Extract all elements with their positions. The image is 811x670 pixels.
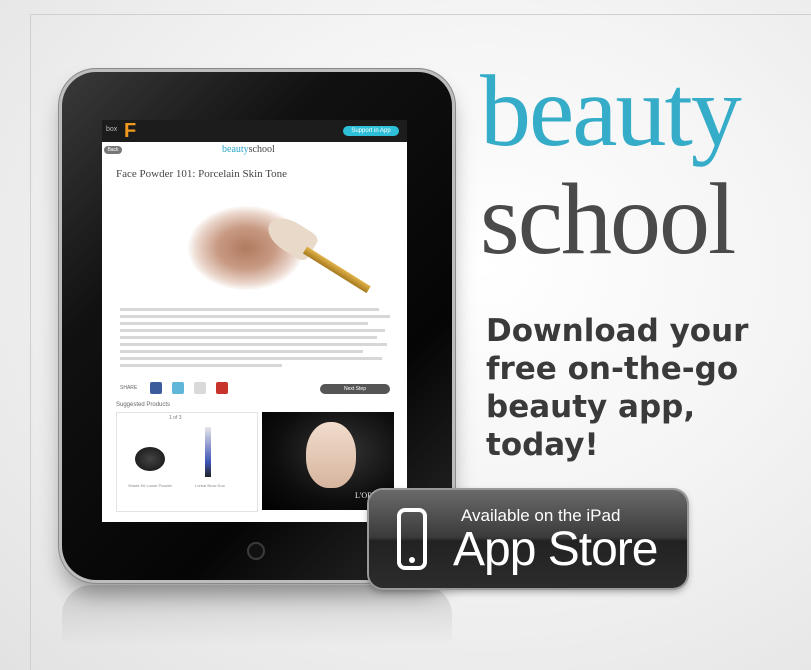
products-pager[interactable]: 1 of 3 [169,415,182,421]
brush-handle [302,246,371,294]
pinterest-icon[interactable] [216,382,228,394]
product-caption: Loreal Brow Duo [195,483,225,488]
ipad-reflection [62,585,452,645]
app-brand-part1: beauty [222,144,249,155]
tagline-line: beauty app, today! [486,389,696,463]
tagline-line: free on-the-go [486,351,739,387]
facebook-icon[interactable] [150,382,162,394]
ad-model-face [306,422,356,488]
email-icon[interactable] [194,382,206,394]
hero-image [120,186,390,298]
product-powder-jar[interactable] [135,447,165,471]
twitter-icon[interactable] [172,382,184,394]
headline-beauty: beauty [480,55,742,168]
home-button [247,542,265,560]
badge-big-text: App Store [453,523,658,576]
app-store-badge[interactable]: Available on the iPad App Store [369,490,687,588]
article-body [120,308,390,371]
app-brand-part2: school [248,144,275,155]
suggested-products: 1 of 3 Shade Kit Loose Powder Loreal Bro… [116,412,258,512]
ipad-screen: box F Support in App Back beautyschool F… [102,120,407,522]
back-button[interactable]: Back [104,146,122,154]
share-label: SHARE [120,385,138,391]
article-title: Face Powder 101: Porcelain Skin Tone [116,168,288,180]
share-row: SHARE Next Step [120,382,390,396]
app-logo: F [124,120,137,142]
app-topbar: box F Support in App [102,120,407,142]
tagline-line: Download your [486,313,749,349]
tagline: Download your free on-the-go beauty app,… [486,312,806,464]
suggested-label: Suggested Products [116,402,171,408]
app-brand: beautyschool [222,144,275,155]
product-caption: Shade Kit Loose Powder [127,483,173,488]
product-brow-pencil[interactable] [205,427,211,477]
support-button[interactable]: Support in App [343,126,399,136]
next-step-button[interactable]: Next Step [320,384,390,394]
app-logo-prefix: box [106,126,118,133]
ipad-icon [397,508,427,570]
headline-school: school [480,163,736,276]
